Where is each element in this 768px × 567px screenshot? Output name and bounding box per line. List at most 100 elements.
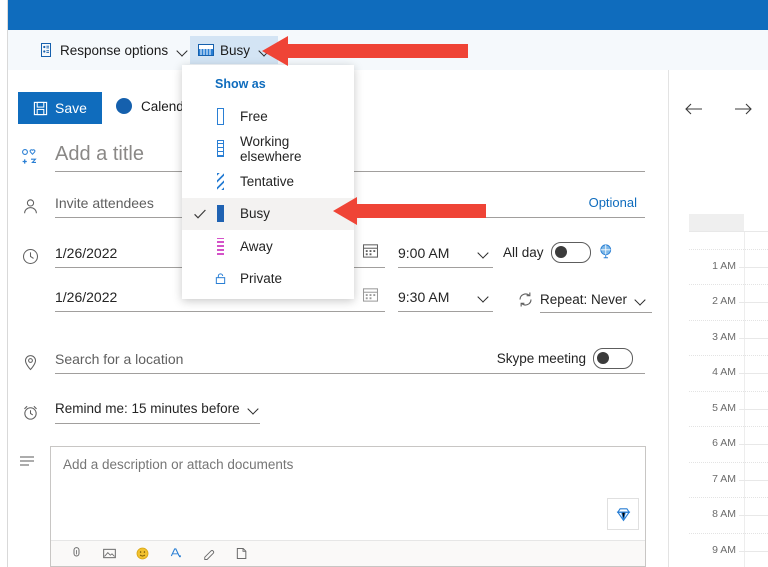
busy-label: Busy xyxy=(220,43,250,58)
half-hour-line xyxy=(689,249,768,250)
show-as-option-away[interactable]: Away xyxy=(182,230,354,263)
response-options-label: Response options xyxy=(60,43,168,58)
chevron-down-icon xyxy=(248,403,259,414)
start-time-select[interactable]: 9:00 AM xyxy=(398,238,493,268)
hour-label: 9 AM xyxy=(669,544,739,556)
title-bar xyxy=(8,0,768,30)
skype-meeting-control[interactable]: Skype meeting xyxy=(497,348,633,369)
show-as-option-label: Tentative xyxy=(240,174,294,189)
hour-label: 1 AM xyxy=(669,260,739,272)
clock-icon xyxy=(18,244,42,268)
font-color-icon[interactable] xyxy=(166,545,184,563)
repeat-select[interactable]: Repeat: Never xyxy=(540,286,652,313)
description-editor[interactable]: Add a description or attach documents xyxy=(50,446,646,567)
swatch xyxy=(217,205,224,222)
toggle-knob xyxy=(597,352,609,364)
end-date-picker-icon[interactable] xyxy=(362,286,379,303)
repeat-control[interactable]: Repeat: Never xyxy=(517,286,652,313)
show-as-option-label: Private xyxy=(240,271,282,286)
save-icon xyxy=(33,101,48,116)
start-date-picker-icon[interactable] xyxy=(362,242,379,259)
status-swatch-tentative xyxy=(210,173,230,190)
swatch xyxy=(217,238,224,255)
swatch xyxy=(217,140,224,157)
status-swatch-free xyxy=(210,108,230,125)
show-as-option-private[interactable]: Private xyxy=(182,263,354,296)
half-hour-line xyxy=(689,462,768,463)
show-as-option-free[interactable]: Free xyxy=(182,100,354,133)
insert-picture-icon[interactable] xyxy=(100,545,118,563)
swatch xyxy=(217,108,224,125)
skype-meeting-label: Skype meeting xyxy=(497,351,586,366)
half-hour-line xyxy=(689,391,768,392)
status-swatch-away xyxy=(210,238,230,255)
calendar-day-header xyxy=(689,214,744,231)
timezone-globe-icon[interactable] xyxy=(598,243,615,260)
hour-label: 7 AM xyxy=(669,473,739,485)
swatch xyxy=(217,173,224,190)
end-date-value: 1/26/2022 xyxy=(55,289,117,305)
emoji-icon[interactable] xyxy=(133,545,151,563)
show-as-option-tentative[interactable]: Tentative xyxy=(182,165,354,198)
reminder-value: Remind me: 15 minutes before xyxy=(55,401,240,416)
end-time-value: 9:30 AM xyxy=(398,289,449,305)
save-label: Save xyxy=(55,100,87,116)
end-time-select[interactable]: 9:30 AM xyxy=(398,282,493,312)
show-as-option-label: Working elsewhere xyxy=(240,134,354,164)
page-icon[interactable] xyxy=(232,545,250,563)
attendees-placeholder: Invite attendees xyxy=(55,195,154,211)
people-icon xyxy=(18,194,42,218)
calendar-nav xyxy=(669,98,768,120)
hour-label: 6 AM xyxy=(669,437,739,449)
hour-line xyxy=(689,231,768,232)
hour-label: 3 AM xyxy=(669,331,739,343)
calendar-preview-pane: 1 AM2 AM3 AM4 AM5 AM6 AM7 AM8 AM9 AM xyxy=(669,70,768,567)
show-as-option-busy[interactable]: Busy xyxy=(182,198,354,231)
status-swatch-working-elsewhere xyxy=(210,140,230,157)
half-hour-line xyxy=(689,426,768,427)
annotation-arrow-busy xyxy=(333,195,488,232)
annotation-arrow-top xyxy=(262,34,470,73)
description-toolbar xyxy=(51,540,645,566)
save-button[interactable]: Save xyxy=(18,92,102,124)
chevron-down-icon xyxy=(177,45,188,56)
half-hour-line xyxy=(689,533,768,534)
outlook-event-compose-window: Response options Categorize Bus xyxy=(0,0,768,567)
optional-attendees-link[interactable]: Optional xyxy=(589,195,637,210)
response-options-icon xyxy=(38,42,54,58)
reminder-select[interactable]: Remind me: 15 minutes before xyxy=(55,394,260,424)
diamond-icon-button[interactable] xyxy=(607,498,639,530)
show-as-option-working-elsewhere[interactable]: Working elsewhere xyxy=(182,133,354,166)
location-pin-icon xyxy=(18,350,42,374)
highlighter-icon[interactable] xyxy=(199,545,217,563)
previous-arrow-icon[interactable] xyxy=(681,98,707,120)
description-placeholder: Add a description or attach documents xyxy=(63,457,293,472)
next-arrow-icon[interactable] xyxy=(730,98,756,120)
toggle-knob xyxy=(555,246,567,258)
half-hour-line xyxy=(689,497,768,498)
lock-icon xyxy=(210,271,230,286)
all-day-label: All day xyxy=(503,245,544,260)
show-as-dropdown-menu: Show as FreeWorking elsewhere Tentative Bu… xyxy=(182,65,354,299)
all-day-control[interactable]: All day xyxy=(503,242,591,263)
dropdown-header: Show as xyxy=(182,71,354,100)
repeat-value: Repeat: Never xyxy=(540,292,627,307)
hour-label: 2 AM xyxy=(669,295,739,307)
location-placeholder: Search for a location xyxy=(55,351,183,367)
alarm-clock-icon xyxy=(18,400,42,424)
location-input[interactable]: Search for a location Skype meeting xyxy=(55,344,645,374)
chevron-down-icon xyxy=(478,247,489,258)
skype-meeting-toggle[interactable] xyxy=(593,348,633,369)
hour-label: 5 AM xyxy=(669,402,739,414)
event-type-icon xyxy=(18,145,42,169)
response-options-button[interactable]: Response options xyxy=(30,36,196,64)
status-swatch-busy xyxy=(210,205,230,222)
chevron-down-icon xyxy=(478,291,489,302)
hour-label: 4 AM xyxy=(669,366,739,378)
left-edge-rule xyxy=(7,0,8,567)
calendar-hour-row[interactable]: 9 AM xyxy=(669,551,768,567)
attach-file-icon[interactable] xyxy=(67,545,85,563)
all-day-toggle[interactable] xyxy=(551,242,591,263)
busy-status-icon xyxy=(198,43,214,57)
description-lines-icon xyxy=(18,452,36,470)
